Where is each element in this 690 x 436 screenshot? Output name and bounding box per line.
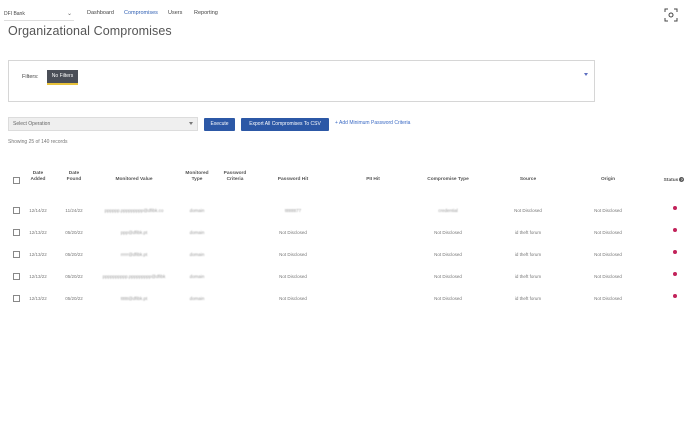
- table-row[interactable]: 12/14/22 11/24/22 pppppp.ppppppppp@dfibk…: [0, 203, 690, 223]
- execute-button[interactable]: Execute: [204, 118, 235, 131]
- cell-password-hit: ttttttttt77: [284, 208, 302, 213]
- export-csv-button[interactable]: Export All Compromises To CSV: [241, 118, 329, 131]
- cell-password-hit: Not Disclosed: [279, 274, 307, 279]
- cell-monitored-value: pppppp.ppppppppp@dfibk.co: [104, 208, 164, 213]
- cell-origin: Not Disclosed: [594, 274, 622, 279]
- cell-date-added: 12/13/22: [29, 230, 47, 235]
- camera-scan-icon[interactable]: [664, 8, 678, 22]
- page-title: Organizational Compromises: [8, 24, 172, 38]
- row-checkbox[interactable]: [13, 251, 20, 258]
- nav-compromises[interactable]: Compromises: [124, 10, 158, 16]
- nav-reporting[interactable]: Reporting: [194, 10, 218, 16]
- cell-monitored-type: domain: [189, 208, 205, 213]
- filter-chip-no-filters[interactable]: No Filters: [47, 70, 78, 85]
- cell-password-hit: Not Disclosed: [279, 252, 307, 257]
- row-checkbox[interactable]: [13, 295, 20, 302]
- cell-monitored-value: rrrrr@dfibk.pt: [120, 252, 148, 257]
- row-checkbox[interactable]: [13, 273, 20, 280]
- col-password-criteria[interactable]: Password Criteria: [219, 171, 251, 183]
- cell-source: id theft forum: [514, 274, 542, 279]
- col-password-hit[interactable]: Password Hit: [268, 177, 318, 183]
- cell-password-hit: Not Disclosed: [279, 296, 307, 301]
- nav-dashboard[interactable]: Dashboard: [87, 10, 114, 16]
- cell-compromise-type: Not Disclosed: [434, 230, 462, 235]
- cell-source: id theft forum: [514, 252, 542, 257]
- cell-password-hit: Not Disclosed: [279, 230, 307, 235]
- add-password-criteria-link[interactable]: + Add Minimum Password Criteria: [335, 120, 410, 126]
- col-date-added[interactable]: Date Added: [28, 171, 48, 183]
- status-dot: [673, 206, 677, 210]
- chevron-down-icon: ⌄: [66, 11, 72, 17]
- cell-monitored-type: domain: [189, 252, 205, 257]
- cell-date-added: 12/13/22: [29, 296, 47, 301]
- chevron-down-icon: [189, 122, 193, 125]
- cell-compromise-type: Not Disclosed: [434, 296, 462, 301]
- col-origin[interactable]: Origin: [590, 177, 626, 183]
- cell-monitored-type: domain: [189, 296, 205, 301]
- cell-compromise-type: Not Disclosed: [434, 274, 462, 279]
- table-header: Date Added Date Found Monitored Value Mo…: [0, 168, 690, 192]
- cell-compromise-type: credential: [438, 208, 458, 213]
- cell-monitored-value: tttttt@dfibk.pt: [120, 296, 148, 301]
- cell-date-found: 05/20/22: [65, 252, 83, 257]
- col-monitored-type[interactable]: Monitored Type: [183, 171, 211, 183]
- cell-origin: Not Disclosed: [594, 230, 622, 235]
- filters-label: Filters:: [22, 74, 39, 80]
- col-status[interactable]: Status?: [660, 177, 688, 184]
- org-selector[interactable]: DFI Bank ⌄: [4, 8, 74, 21]
- row-checkbox[interactable]: [13, 207, 20, 214]
- col-pii-hit[interactable]: PII Hit: [358, 177, 388, 183]
- filter-panel: Filters: No Filters: [8, 60, 595, 102]
- cell-source: Not Disclosed: [514, 208, 542, 213]
- col-date-found[interactable]: Date Found: [64, 171, 84, 183]
- cell-date-found: 05/20/22: [65, 274, 83, 279]
- cell-date-found: 05/20/22: [65, 296, 83, 301]
- cell-origin: Not Disclosed: [594, 252, 622, 257]
- cell-monitored-type: domain: [189, 230, 205, 235]
- status-dot: [673, 228, 677, 232]
- col-status-label: Status: [663, 177, 679, 183]
- cell-compromise-type: Not Disclosed: [434, 252, 462, 257]
- cell-date-added: 12/13/22: [29, 274, 47, 279]
- cell-date-added: 12/13/22: [29, 252, 47, 257]
- cell-monitored-type: domain: [189, 274, 205, 279]
- table-row[interactable]: 12/13/22 05/20/22 tttttt@dfibk.pt domain…: [0, 291, 690, 311]
- records-count: Showing 25 of 140 records: [8, 139, 68, 145]
- col-compromise-type[interactable]: Compromise Type: [416, 177, 480, 183]
- operation-select-value: Select Operation: [13, 121, 51, 127]
- cell-date-found: 11/24/22: [65, 208, 83, 213]
- cell-origin: Not Disclosed: [594, 208, 622, 213]
- top-navigation: DFI Bank ⌄ Dashboard Compromises Users R…: [0, 0, 690, 24]
- table-row[interactable]: 12/13/22 05/20/22 rrrrr@dfibk.pt domain …: [0, 247, 690, 267]
- table-row[interactable]: 12/13/22 05/20/22 pppppppppp.ppppppppp@d…: [0, 269, 690, 289]
- status-dot: [673, 250, 677, 254]
- chevron-down-icon[interactable]: [584, 73, 588, 76]
- cell-origin: Not Disclosed: [594, 296, 622, 301]
- col-monitored-value[interactable]: Monitored Value: [104, 177, 164, 183]
- cell-source: id theft forum: [514, 230, 542, 235]
- cell-date-found: 05/20/22: [65, 230, 83, 235]
- table-row[interactable]: 12/13/22 05/20/22 ppp@dfibk.pt domain No…: [0, 225, 690, 245]
- org-selector-label: DFI Bank: [4, 11, 25, 17]
- col-source[interactable]: Source: [510, 177, 546, 183]
- cell-source: id theft forum: [514, 296, 542, 301]
- nav-users[interactable]: Users: [168, 10, 182, 16]
- cell-date-added: 12/14/22: [29, 208, 47, 213]
- cell-monitored-value: ppp@dfibk.pt: [120, 230, 148, 235]
- select-all-checkbox[interactable]: [13, 177, 20, 184]
- info-icon[interactable]: ?: [679, 177, 685, 182]
- cell-monitored-value: pppppppppp.ppppppppp@dfibk: [102, 274, 166, 279]
- status-dot: [673, 272, 677, 276]
- operation-select[interactable]: Select Operation: [8, 117, 198, 131]
- status-dot: [673, 294, 677, 298]
- row-checkbox[interactable]: [13, 229, 20, 236]
